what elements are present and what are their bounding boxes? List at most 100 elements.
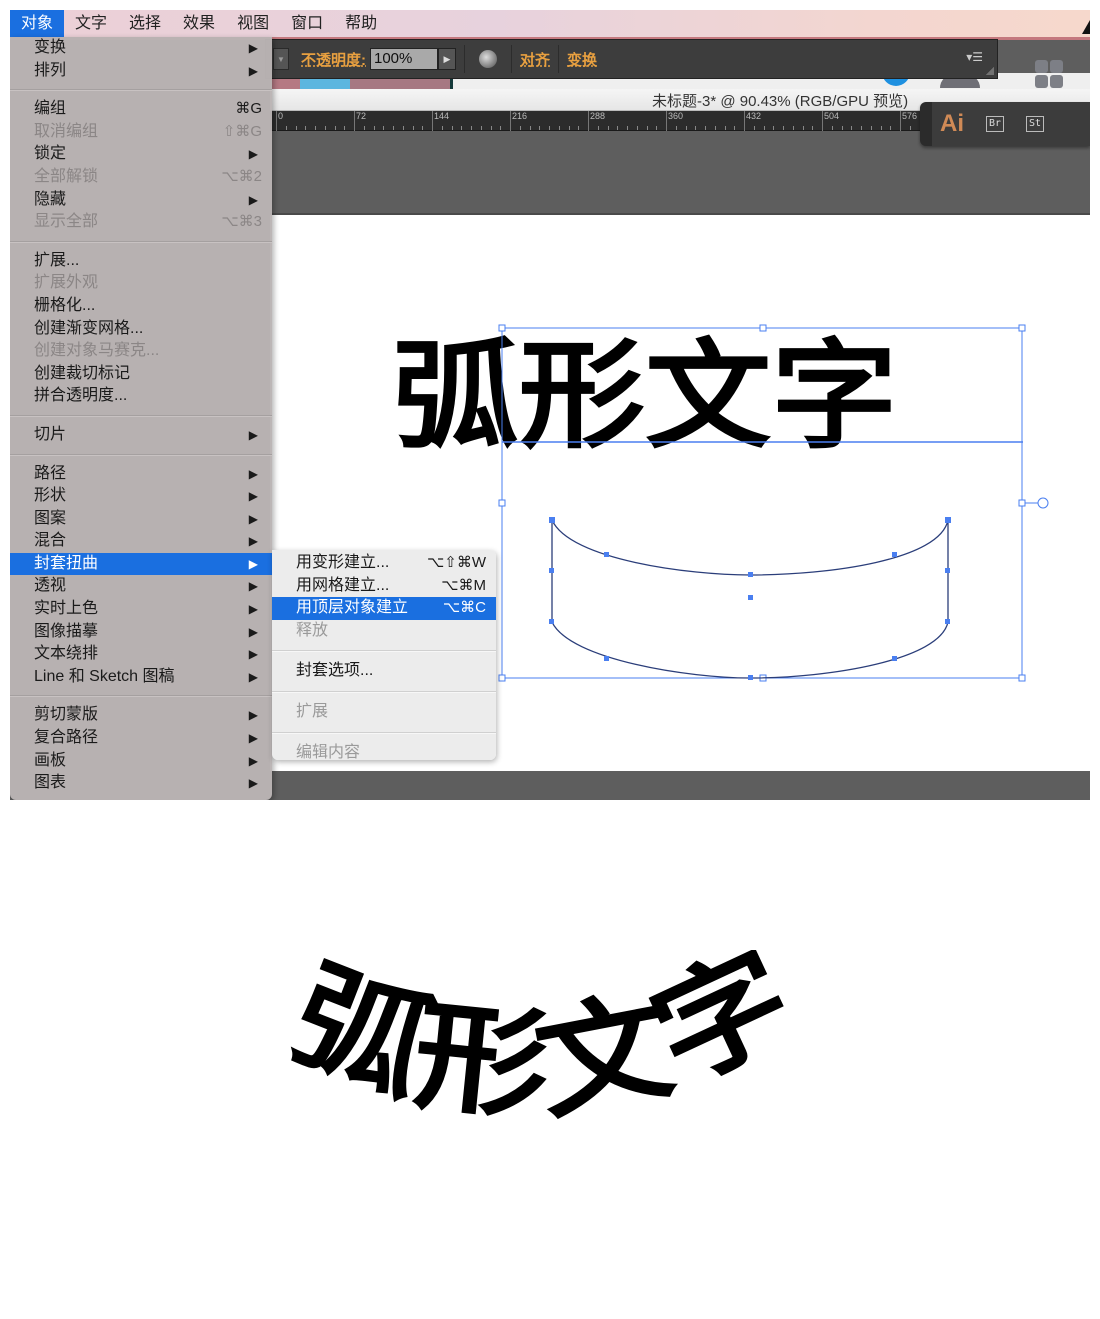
submenu-arrow-icon: ▶	[248, 776, 258, 791]
menu-item[interactable]: 切片 ▶	[10, 424, 272, 447]
ruler-minor-tick	[802, 126, 804, 130]
menu-item[interactable]: 变换 ▶	[10, 37, 272, 60]
illustrator-logo[interactable]: Ai	[940, 110, 964, 138]
ruler-major-tick	[666, 111, 667, 131]
shortcut-label: ⌥⌘C	[442, 599, 486, 617]
envelope-distort-submenu: 用变形建立... ⌥⇧⌘W 用网格建立... ⌥⌘M 用顶层对象建立 ⌥⌘C 释放封套选项.…	[272, 550, 496, 761]
submenu-arrow-icon: ▶	[248, 192, 258, 207]
ruler-minor-tick	[675, 126, 677, 130]
ruler-minor-tick	[753, 126, 755, 130]
menu-item[interactable]: 编组 ⌘G	[10, 98, 272, 121]
stock-button[interactable]: St	[1026, 116, 1044, 132]
menu-item-label: 图像描摹	[34, 622, 99, 640]
ruler-minor-tick	[695, 126, 697, 130]
recolor-artwork-icon[interactable]	[479, 50, 497, 68]
menu-item[interactable]: 栅格化...	[10, 295, 272, 318]
menu-item[interactable]: 图案 ▶	[10, 508, 272, 531]
ruler-major-tick	[822, 111, 823, 131]
menu-item[interactable]: 画板 ▶	[10, 750, 272, 773]
opacity-slider-toggle[interactable]: ▶	[438, 48, 456, 70]
menu-item[interactable]: 封套选项...	[272, 660, 496, 683]
menu-item[interactable]: 剪切蒙版 ▶	[10, 704, 272, 727]
submenu-arrow-icon: ▶	[248, 427, 258, 442]
workspace-grid-icon[interactable]	[1035, 60, 1063, 88]
menu-item[interactable]: 封套扭曲 ▶	[10, 552, 272, 576]
bridge-button[interactable]: Br	[986, 116, 1004, 132]
menu-item[interactable]: 用网格建立... ⌥⌘M	[272, 575, 496, 598]
menu-item: 显示全部 ⌥⌘3	[10, 211, 272, 234]
menu-item[interactable]: 用顶层对象建立 ⌥⌘C	[272, 597, 496, 620]
anchor-points[interactable]	[549, 517, 951, 680]
ruler-minor-tick	[812, 126, 814, 130]
menu-item[interactable]: 创建裁切标记	[10, 363, 272, 386]
align-link[interactable]: 对齐	[520, 49, 550, 70]
menubar-item-4[interactable]: 视图	[226, 10, 280, 37]
submenu-arrow-icon: ▶	[248, 624, 258, 639]
menu-item[interactable]: 排列 ▶	[10, 60, 272, 83]
app-switcher: Ai Br St	[920, 102, 1090, 146]
menu-item[interactable]: 透视 ▶	[10, 575, 272, 598]
ruler-minor-tick	[451, 126, 453, 130]
menu-item[interactable]: 复合路径 ▶	[10, 727, 272, 750]
ruler-minor-tick	[714, 126, 716, 130]
menu-item-label: 图案	[34, 509, 67, 527]
ruler-minor-tick	[373, 126, 375, 130]
panel-menu-icon[interactable]: ▾☰	[966, 50, 983, 64]
submenu-arrow-icon: ▶	[248, 647, 258, 662]
menu-item[interactable]: 路径 ▶	[10, 463, 272, 486]
opacity-input[interactable]: 100%	[370, 48, 438, 70]
rotate-handle[interactable]	[1037, 497, 1049, 509]
menu-item: 释放	[272, 620, 496, 643]
menu-item-label: 切片	[34, 425, 67, 443]
menu-item[interactable]: 图像描摹 ▶	[10, 621, 272, 644]
ruler-minor-tick	[393, 126, 394, 130]
menubar-item-0[interactable]: 对象	[10, 10, 65, 37]
submenu-arrow-icon: ▶	[248, 63, 258, 78]
menubar-item-2[interactable]: 选择	[118, 10, 172, 37]
menu-item[interactable]: 扩展...	[10, 250, 272, 273]
menu-item[interactable]: 文本绕排 ▶	[10, 643, 272, 666]
style-dropdown[interactable]: ▼	[273, 48, 289, 70]
opacity-label[interactable]: 不透明度:	[301, 49, 366, 70]
menu-item[interactable]: 创建渐变网格...	[10, 318, 272, 341]
menu-item: 扩展	[272, 701, 496, 724]
shortcut-label: ⌥⌘2	[221, 167, 262, 185]
menu-item[interactable]: 用变形建立... ⌥⇧⌘W	[272, 552, 496, 575]
resize-grip[interactable]	[986, 67, 994, 75]
menu-item-label: 创建对象马赛克...	[34, 342, 160, 360]
horizontal-ruler[interactable]: 0 72 144 216 288 360 432 504 576	[270, 111, 970, 131]
submenu-arrow-icon: ▶	[248, 731, 258, 746]
ruler-minor-tick	[441, 126, 443, 130]
menubar-item-5[interactable]: 窗口	[280, 10, 334, 37]
shortcut-label: ⌥⌘M	[441, 576, 486, 594]
menubar-item-6[interactable]: 帮助	[334, 10, 388, 37]
document-title[interactable]: 未标题-3* @ 90.43% (RGB/GPU 预览)	[652, 90, 908, 111]
ruler-label: 144	[434, 111, 450, 121]
menu-item[interactable]: 拼合透明度...	[10, 385, 272, 408]
ruler-minor-tick	[549, 126, 550, 130]
menu-item-label: 编组	[34, 100, 67, 118]
transform-link[interactable]: 变换	[567, 49, 597, 70]
menu-item-label: 显示全部	[34, 213, 99, 231]
menu-item[interactable]: 图表 ▶	[10, 772, 272, 795]
menu-item-label: 编辑内容	[296, 743, 361, 761]
menu-item-label: 锁定	[34, 145, 67, 163]
menu-item[interactable]: 形状 ▶	[10, 485, 272, 508]
menu-item[interactable]: 实时上色 ▶	[10, 598, 272, 621]
menu-item[interactable]: 隐藏 ▶	[10, 189, 272, 212]
ruler-minor-tick	[315, 126, 316, 130]
menu-item[interactable]: 混合 ▶	[10, 530, 272, 553]
menubar-item-1[interactable]: 文字	[64, 10, 118, 37]
ruler-minor-tick	[344, 126, 346, 130]
menu-separator	[272, 650, 496, 653]
arc-text-object[interactable]: 弧形文字	[393, 327, 898, 465]
submenu-arrow-icon: ▶	[248, 147, 258, 162]
menu-item[interactable]: Line 和 Sketch 图稿 ▶	[10, 666, 272, 689]
menu-separator	[10, 453, 272, 456]
object-menu: 变换 ▶ 排列 ▶ 编组 ⌘G 取消编组 ⇧⌘G 锁定 ▶ 全部解锁 ⌥⌘2 隐藏 ▶ 显示全部 ⌥⌘3 扩展.…	[10, 37, 272, 800]
submenu-arrow-icon: ▶	[248, 753, 258, 768]
ruler-minor-tick	[597, 126, 599, 130]
ruler-label: 0	[278, 111, 284, 121]
menubar-item-3[interactable]: 效果	[172, 10, 226, 37]
menu-item[interactable]: 锁定 ▶	[10, 143, 272, 166]
